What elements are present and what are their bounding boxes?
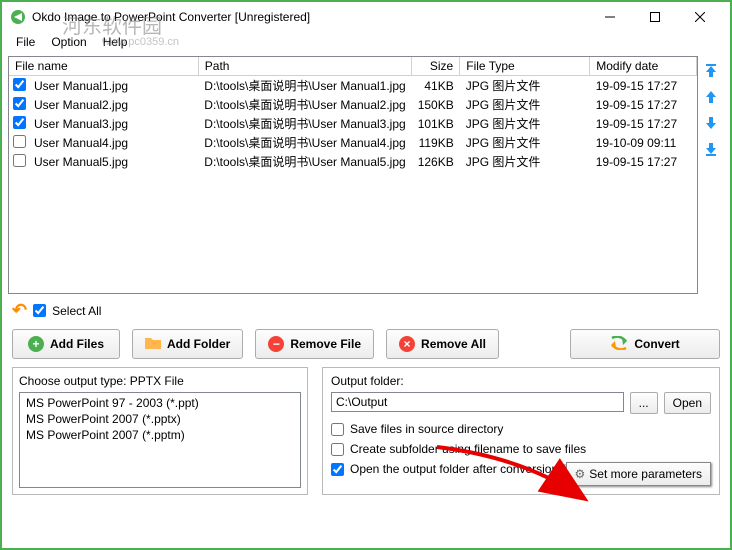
cell-filename: User Manual2.jpg [28, 95, 198, 114]
table-row[interactable]: User Manual2.jpg D:\tools\桌面说明书\User Man… [9, 95, 697, 114]
side-toolbar [698, 56, 724, 294]
cell-date: 19-10-09 09:11 [590, 133, 697, 152]
cell-size: 119KB [412, 133, 460, 152]
cell-path: D:\tools\桌面说明书\User Manual2.jpg [198, 95, 411, 114]
undo-icon[interactable]: ↶ [12, 300, 27, 321]
cell-filename: User Manual3.jpg [28, 114, 198, 133]
add-folder-button[interactable]: Add Folder [132, 329, 243, 359]
output-type-label: Choose output type: PPTX File [19, 374, 301, 388]
menu-option[interactable]: Option [43, 33, 94, 51]
output-type-option[interactable]: MS PowerPoint 2007 (*.pptx) [22, 411, 298, 427]
table-row[interactable]: User Manual3.jpg D:\tools\桌面说明书\User Man… [9, 114, 697, 133]
convert-icon [610, 336, 628, 353]
table-row[interactable]: User Manual4.jpg D:\tools\桌面说明书\User Man… [9, 133, 697, 152]
cell-path: D:\tools\桌面说明书\User Manual3.jpg [198, 114, 411, 133]
select-all-checkbox[interactable] [33, 304, 46, 317]
row-checkbox[interactable] [13, 154, 26, 167]
cell-type: JPG 图片文件 [460, 133, 590, 152]
output-type-option[interactable]: MS PowerPoint 97 - 2003 (*.ppt) [22, 395, 298, 411]
plus-icon: + [28, 336, 44, 352]
convert-button[interactable]: Convert [570, 329, 720, 359]
menu-help[interactable]: Help [95, 33, 136, 51]
create-subfolder-label[interactable]: Create subfolder using filename to save … [350, 442, 586, 456]
col-filetype[interactable]: File Type [460, 57, 590, 76]
app-icon [10, 9, 26, 25]
gear-icon: ⚙ [575, 467, 586, 481]
browse-button[interactable]: ... [630, 392, 658, 414]
cell-path: D:\tools\桌面说明书\User Manual4.jpg [198, 133, 411, 152]
titlebar: Okdo Image to PowerPoint Converter [Unre… [2, 2, 730, 32]
cell-filename: User Manual4.jpg [28, 133, 198, 152]
minus-icon: − [268, 336, 284, 352]
cell-date: 19-09-15 17:27 [590, 95, 697, 114]
output-type-list[interactable]: MS PowerPoint 97 - 2003 (*.ppt)MS PowerP… [19, 392, 301, 488]
remove-all-label: Remove All [421, 337, 486, 351]
output-folder-label: Output folder: [331, 374, 711, 388]
close-button[interactable] [677, 3, 722, 31]
select-all-label[interactable]: Select All [52, 304, 101, 318]
row-checkbox[interactable] [13, 116, 26, 129]
cell-type: JPG 图片文件 [460, 152, 590, 171]
cell-size: 41KB [412, 76, 460, 96]
cell-type: JPG 图片文件 [460, 95, 590, 114]
cell-filename: User Manual1.jpg [28, 76, 198, 96]
col-filename[interactable]: File name [9, 57, 198, 76]
output-settings-box: Output folder: ... Open Save files in so… [322, 367, 720, 495]
set-more-parameters-button[interactable]: ⚙ Set more parameters [566, 462, 711, 486]
cell-size: 126KB [412, 152, 460, 171]
table-header-row: File name Path Size File Type Modify dat… [9, 57, 697, 76]
row-checkbox[interactable] [13, 78, 26, 91]
window-title: Okdo Image to PowerPoint Converter [Unre… [32, 10, 587, 24]
add-files-label: Add Files [50, 337, 104, 351]
table-row[interactable]: User Manual5.jpg D:\tools\桌面说明书\User Man… [9, 152, 697, 171]
col-modifydate[interactable]: Modify date [590, 57, 697, 76]
table-row[interactable]: User Manual1.jpg D:\tools\桌面说明书\User Man… [9, 76, 697, 96]
output-type-box: Choose output type: PPTX File MS PowerPo… [12, 367, 308, 495]
col-path[interactable]: Path [198, 57, 411, 76]
open-folder-button[interactable]: Open [664, 392, 711, 414]
menu-file[interactable]: File [8, 33, 43, 51]
bottom-panel: Choose output type: PPTX File MS PowerPo… [2, 367, 730, 505]
create-subfolder-checkbox[interactable] [331, 443, 344, 456]
x-icon: × [399, 336, 415, 352]
action-button-row: + Add Files Add Folder − Remove File × R… [2, 325, 730, 367]
add-files-button[interactable]: + Add Files [12, 329, 120, 359]
move-up-icon[interactable] [702, 88, 720, 106]
window-controls [587, 3, 722, 31]
save-source-label[interactable]: Save files in source directory [350, 422, 503, 436]
output-type-option[interactable]: MS PowerPoint 2007 (*.pptm) [22, 427, 298, 443]
remove-file-button[interactable]: − Remove File [255, 329, 374, 359]
cell-type: JPG 图片文件 [460, 114, 590, 133]
open-after-checkbox[interactable] [331, 463, 344, 476]
cell-size: 101KB [412, 114, 460, 133]
move-down-icon[interactable] [702, 114, 720, 132]
menubar: File Option Help [2, 32, 730, 52]
convert-label: Convert [634, 337, 679, 351]
row-checkbox[interactable] [13, 135, 26, 148]
cell-size: 150KB [412, 95, 460, 114]
maximize-button[interactable] [632, 3, 677, 31]
folder-icon [145, 336, 161, 353]
set-more-label: Set more parameters [589, 467, 702, 481]
save-source-checkbox[interactable] [331, 423, 344, 436]
cell-date: 19-09-15 17:27 [590, 152, 697, 171]
minimize-button[interactable] [587, 3, 632, 31]
file-table: File name Path Size File Type Modify dat… [8, 56, 698, 294]
remove-all-button[interactable]: × Remove All [386, 329, 499, 359]
cell-date: 19-09-15 17:27 [590, 76, 697, 96]
cell-type: JPG 图片文件 [460, 76, 590, 96]
output-folder-input[interactable] [331, 392, 624, 412]
cell-path: D:\tools\桌面说明书\User Manual1.jpg [198, 76, 411, 96]
cell-date: 19-09-15 17:27 [590, 114, 697, 133]
cell-filename: User Manual5.jpg [28, 152, 198, 171]
move-bottom-icon[interactable] [702, 140, 720, 158]
row-checkbox[interactable] [13, 97, 26, 110]
remove-file-label: Remove File [290, 337, 361, 351]
add-folder-label: Add Folder [167, 337, 230, 351]
cell-path: D:\tools\桌面说明书\User Manual5.jpg [198, 152, 411, 171]
select-all-row: ↶ Select All [2, 294, 730, 325]
col-size[interactable]: Size [412, 57, 460, 76]
move-top-icon[interactable] [702, 62, 720, 80]
